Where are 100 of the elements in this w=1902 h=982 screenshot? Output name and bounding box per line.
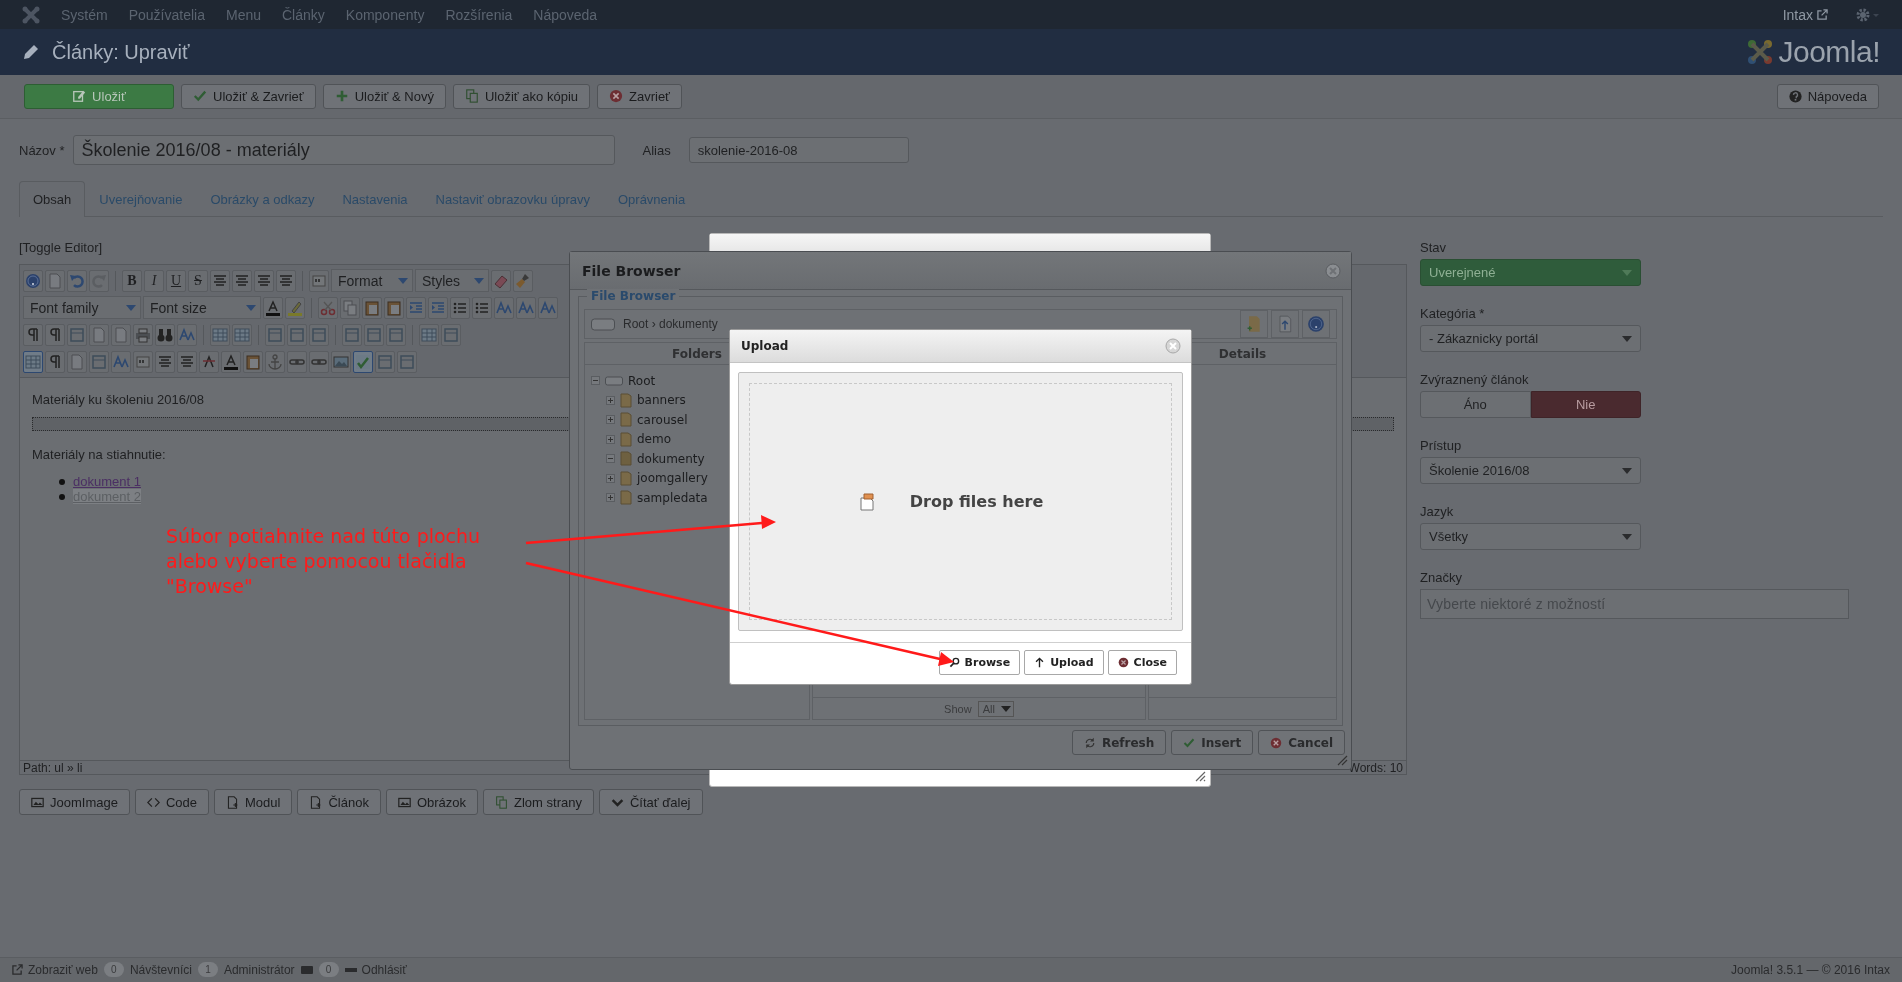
- format-button[interactable]: B: [122, 269, 142, 292]
- toolbar-button[interactable]: [155, 350, 175, 373]
- close-icon[interactable]: [1165, 338, 1181, 354]
- toolbar-button[interactable]: [353, 350, 373, 373]
- tab[interactable]: Nastaviť obrazovku úpravy: [421, 181, 604, 217]
- menu-item[interactable]: Používatelia: [128, 6, 205, 23]
- expand-icon[interactable]: [606, 493, 615, 503]
- toolbar-button[interactable]: [362, 296, 382, 319]
- toolbar-button[interactable]: [254, 269, 274, 292]
- toolbar-dropdown[interactable]: Font family: [23, 296, 141, 319]
- format-button[interactable]: I: [144, 269, 164, 292]
- toolbar-button[interactable]: Uložiť & Nový: [322, 83, 446, 109]
- tab[interactable]: Nastavenia: [328, 181, 422, 217]
- title-field[interactable]: Školenie 2016/08 - materiály: [72, 135, 615, 165]
- folder-label[interactable]: Root: [628, 373, 656, 388]
- expand-icon[interactable]: [606, 473, 615, 483]
- menu-item[interactable]: Rozšírenia: [445, 6, 513, 23]
- toolbar-button[interactable]: [384, 296, 404, 319]
- toolbar-button[interactable]: [243, 350, 263, 373]
- toolbar-button[interactable]: [23, 323, 43, 346]
- toggle-editor-link[interactable]: [Toggle Editor]: [19, 237, 103, 257]
- new-folder-icon[interactable]: [1240, 310, 1268, 338]
- toggle-option[interactable]: Áno: [1420, 391, 1531, 418]
- toolbar-button[interactable]: [199, 350, 219, 373]
- toolbar-button[interactable]: [285, 296, 305, 319]
- folder-label[interactable]: dokumenty: [637, 451, 705, 466]
- folder-label[interactable]: sampledata: [637, 490, 708, 505]
- toolbar-button[interactable]: [263, 296, 283, 319]
- toolbar-button[interactable]: [89, 323, 109, 346]
- toolbar-button[interactable]: [45, 323, 65, 346]
- toolbar-button[interactable]: [210, 269, 230, 292]
- editor-button[interactable]: Obrázok: [385, 789, 479, 815]
- expand-icon[interactable]: [606, 415, 615, 425]
- toolbar-button[interactable]: [177, 323, 197, 346]
- tab[interactable]: Uverejňovanie: [85, 181, 197, 217]
- editor-button[interactable]: Zlom strany: [483, 789, 594, 815]
- toolbar-dropdown[interactable]: Styles: [415, 269, 489, 292]
- resize-grip-icon[interactable]: [1336, 754, 1348, 766]
- format-button[interactable]: U: [166, 269, 186, 292]
- help-icon[interactable]: [1302, 310, 1330, 338]
- toolbar-button[interactable]: [318, 296, 338, 319]
- toolbar-button[interactable]: [331, 350, 351, 373]
- toolbar-button[interactable]: Zavrieť: [597, 83, 682, 109]
- toolbar-button[interactable]: [155, 323, 175, 346]
- dropdown[interactable]: Školenie 2016/08: [1420, 457, 1641, 484]
- toolbar-button[interactable]: [491, 269, 511, 292]
- site-link[interactable]: Zobraziť web: [12, 962, 98, 977]
- editor-button[interactable]: Čítať ďalej: [598, 789, 703, 815]
- toolbar-button[interactable]: [23, 350, 43, 373]
- toolbar-button[interactable]: [45, 350, 65, 373]
- format-button[interactable]: S: [188, 269, 208, 292]
- expand-icon[interactable]: [606, 434, 615, 444]
- toolbar-button[interactable]: Uložiť: [24, 83, 174, 109]
- alias-field[interactable]: skolenie-2016-08: [688, 137, 909, 163]
- toolbar-button[interactable]: [45, 269, 65, 292]
- resize-grip-icon[interactable]: [1194, 770, 1206, 782]
- toolbar-button[interactable]: [309, 350, 329, 373]
- editor-button[interactable]: Modul: [214, 789, 293, 815]
- menu-item[interactable]: Nápoveda: [533, 6, 598, 23]
- toolbar-button[interactable]: [23, 269, 43, 292]
- folder-label[interactable]: joomgallery: [637, 471, 708, 486]
- toolbar-button[interactable]: [111, 350, 131, 373]
- toolbar-button[interactable]: [221, 350, 241, 373]
- toolbar-button[interactable]: [516, 296, 536, 319]
- toolbar-button[interactable]: [210, 323, 230, 346]
- status-dropdown[interactable]: Uverejnené: [1420, 259, 1641, 286]
- dialog-button[interactable]: Close: [1107, 650, 1177, 675]
- toolbar-button[interactable]: [133, 323, 153, 346]
- logout-link[interactable]: Odhlásiť: [344, 962, 407, 977]
- toolbar-button[interactable]: [287, 350, 307, 373]
- dialog-button[interactable]: Upload: [1024, 650, 1104, 675]
- toolbar-dropdown[interactable]: Format: [331, 269, 413, 292]
- upload-icon[interactable]: [1271, 310, 1299, 338]
- toolbar-button[interactable]: Uložiť ako kópiu: [452, 83, 590, 109]
- dialog-button[interactable]: Browse: [938, 650, 1021, 675]
- document-link[interactable]: dokument 1: [73, 474, 141, 489]
- folder-label[interactable]: banners: [637, 393, 686, 408]
- dialog-button[interactable]: Refresh: [1071, 730, 1167, 755]
- toolbar-button[interactable]: [309, 269, 329, 292]
- show-dropdown[interactable]: All: [977, 700, 1014, 717]
- menu-item[interactable]: Systém: [61, 6, 108, 23]
- toolbar-button[interactable]: Uložiť & Zavrieť: [181, 83, 316, 109]
- toolbar-button[interactable]: [67, 269, 87, 292]
- toolbar-button[interactable]: [111, 323, 131, 346]
- menu-item[interactable]: Menu: [225, 6, 261, 23]
- toolbar-button[interactable]: [450, 296, 470, 319]
- toolbar-button[interactable]: [428, 296, 448, 319]
- dropdown[interactable]: Všetky: [1420, 523, 1641, 550]
- help-button[interactable]: Nápoveda: [1776, 83, 1879, 109]
- toolbar-button[interactable]: [472, 296, 492, 319]
- logo-icon[interactable]: [22, 5, 40, 24]
- menu-item[interactable]: Komponenty: [345, 6, 425, 23]
- settings-icon[interactable]: [1856, 7, 1880, 22]
- toolbar-button[interactable]: [232, 269, 252, 292]
- site-link[interactable]: Intax: [1782, 6, 1828, 23]
- folder-label[interactable]: demo: [637, 432, 672, 447]
- toolbar-button[interactable]: [340, 296, 360, 319]
- menu-item[interactable]: Články: [282, 6, 325, 23]
- toolbar-button[interactable]: [538, 296, 558, 319]
- tab[interactable]: Obsah: [19, 181, 86, 217]
